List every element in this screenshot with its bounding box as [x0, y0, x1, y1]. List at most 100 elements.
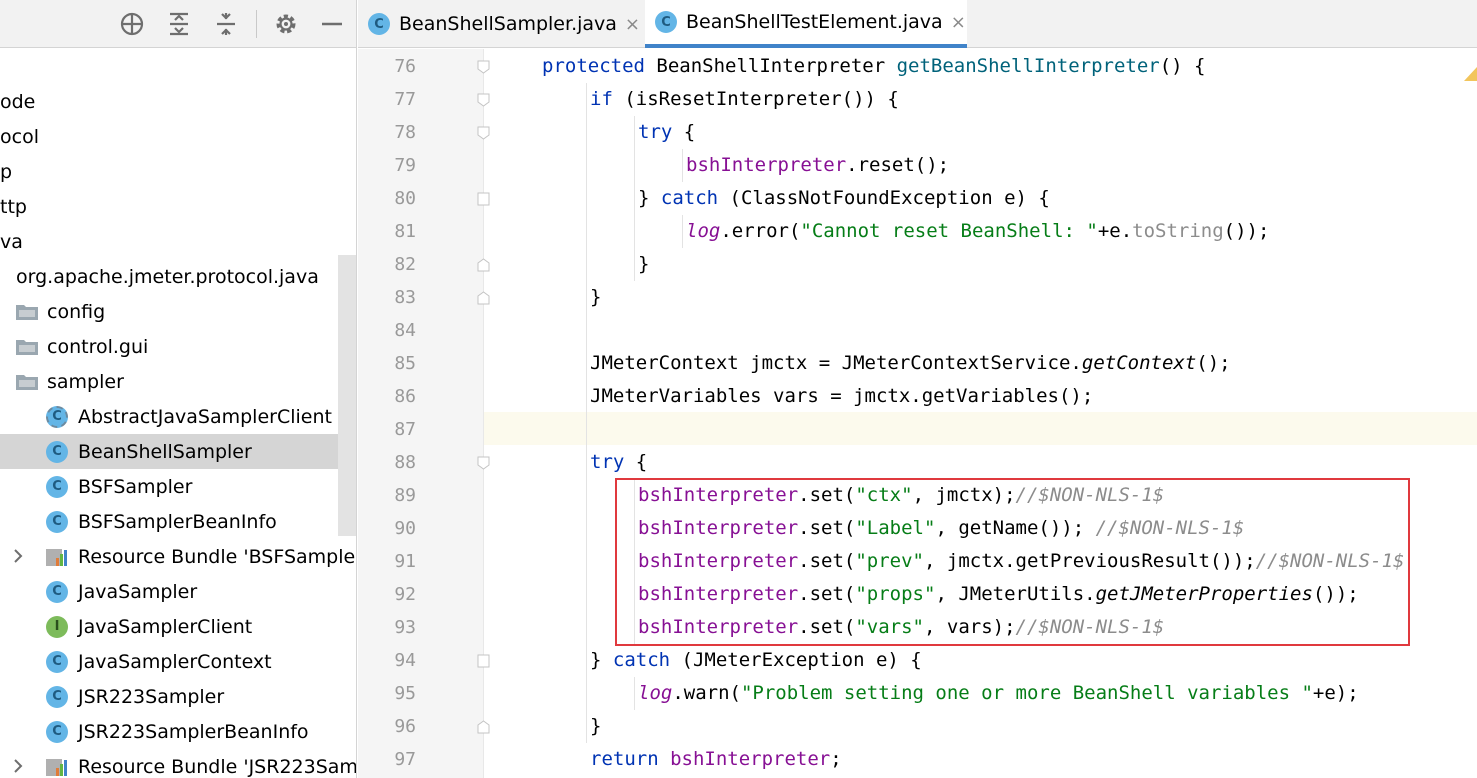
- code-line[interactable]: try {: [638, 116, 695, 149]
- code-line[interactable]: } catch (ClassNotFoundException e) {: [638, 182, 1050, 215]
- resource-bundle-icon: [46, 548, 67, 566]
- class-icon: C: [46, 405, 68, 428]
- chevron-right-icon[interactable]: [11, 759, 25, 773]
- tree-item[interactable]: C JavaSamplerContext: [0, 644, 356, 679]
- line-number: 84: [394, 320, 416, 341]
- line-number: 86: [394, 386, 416, 407]
- class-icon: C: [368, 13, 390, 35]
- code-line[interactable]: try {: [590, 446, 647, 479]
- tree-item[interactable]: C JSR223Sampler: [0, 679, 356, 714]
- class-icon: C: [655, 11, 677, 33]
- fold-marker-icon[interactable]: [477, 60, 490, 74]
- line-number: 91: [394, 551, 416, 572]
- fold-marker-icon[interactable]: [477, 93, 490, 107]
- code-token: getBeanShellInterpreter: [896, 55, 1160, 77]
- tab-beanshellsampler[interactable]: C BeanShellSampler.java ×: [358, 0, 645, 48]
- chevron-right-icon[interactable]: [11, 549, 25, 563]
- warning-icon[interactable]: [1464, 67, 1477, 81]
- fold-marker-icon[interactable]: [477, 192, 490, 206]
- code-token: ;: [830, 748, 842, 770]
- close-icon[interactable]: ×: [625, 14, 640, 35]
- line-number: 90: [394, 518, 416, 539]
- tree-item[interactable]: C AbstractJavaSamplerClient: [0, 399, 356, 434]
- annotation-highlight-box: [615, 478, 1410, 646]
- tree-item[interactable]: config: [0, 294, 356, 329]
- class-icon: C: [46, 475, 68, 498]
- tree-item[interactable]: Resource Bundle 'JSR223Sampler': [0, 749, 357, 778]
- code-token: +e.: [1097, 220, 1133, 242]
- close-icon[interactable]: ×: [951, 12, 966, 33]
- code-token: log: [638, 682, 673, 704]
- tree-item[interactable]: control.gui: [0, 329, 356, 364]
- tree-item[interactable]: I JavaSamplerClient: [0, 609, 356, 644]
- fold-marker-icon[interactable]: [477, 720, 490, 734]
- code-line[interactable]: } catch (JMeterException e) {: [590, 644, 922, 677]
- class-icon: C: [46, 650, 68, 673]
- code-token: () {: [1159, 55, 1206, 77]
- code-line[interactable]: protected BeanShellInterpreter getBeanSh…: [542, 50, 1205, 83]
- locate-icon[interactable]: [118, 10, 146, 38]
- tab-title: BeanShellTestElement.java: [686, 11, 943, 33]
- tree-item[interactable]: ocol: [0, 119, 356, 154]
- class-icon: C: [46, 685, 68, 708]
- line-number: 82: [394, 254, 416, 275]
- tree-item[interactable]: p: [0, 154, 356, 189]
- code-line[interactable]: if (isResetInterpreter()) {: [590, 83, 899, 116]
- indent-guide: [682, 149, 683, 182]
- tree-item[interactable]: ttp: [0, 189, 356, 224]
- code-line[interactable]: }: [638, 248, 649, 281]
- line-number: 95: [394, 683, 416, 704]
- code-line[interactable]: }: [590, 710, 601, 743]
- code-line[interactable]: log.error("Cannot reset BeanShell: "+e.t…: [686, 215, 1269, 248]
- tree-item[interactable]: ode: [0, 84, 356, 119]
- fold-marker-icon[interactable]: [477, 456, 490, 470]
- code-line[interactable]: return bshInterpreter;: [590, 743, 842, 776]
- code-token: "Problem setting one or more BeanShell v…: [740, 682, 1313, 704]
- tree-item[interactable]: org.apache.jmeter.protocol.java: [0, 259, 356, 294]
- code-line[interactable]: JMeterContext jmctx = JMeterContextServi…: [590, 347, 1231, 380]
- fold-marker-icon[interactable]: [477, 258, 490, 272]
- collapse-all-icon[interactable]: [212, 10, 240, 38]
- resource-bundle-icon: [46, 758, 67, 776]
- line-number: 83: [394, 287, 416, 308]
- line-number: 96: [394, 716, 416, 737]
- fold-marker-icon[interactable]: [477, 654, 490, 668]
- tree-item[interactable]: sampler: [0, 364, 356, 399]
- expand-all-icon[interactable]: [165, 10, 193, 38]
- code-token: }: [590, 286, 602, 308]
- indent-guide: [634, 116, 635, 281]
- folder-icon: [16, 374, 38, 390]
- tree-item[interactable]: C BSFSamplerBeanInfo: [0, 504, 356, 539]
- code-line[interactable]: bshInterpreter.reset();: [686, 149, 949, 182]
- fold-marker-icon[interactable]: [477, 291, 490, 305]
- tree-item-label: BSFSamplerBeanInfo: [78, 510, 277, 533]
- tree-item[interactable]: C JavaSampler: [0, 574, 356, 609]
- tree-item-label: BeanShellSampler: [78, 440, 252, 463]
- tree-scrollbar[interactable]: [338, 255, 356, 536]
- tree-item-label: Resource Bundle 'BSFSampler': [78, 545, 357, 568]
- indent-guide: [634, 677, 635, 710]
- tree-item-label: Resource Bundle 'JSR223Sampler': [78, 755, 357, 778]
- tab-title: BeanShellSampler.java: [399, 13, 617, 35]
- code-token: catch: [612, 649, 682, 671]
- project-toolbar: [0, 0, 356, 48]
- code-token: {: [635, 451, 648, 473]
- tab-beanshelltestelement[interactable]: C BeanShellTestElement.java ×: [645, 0, 967, 48]
- minimize-icon[interactable]: [318, 10, 346, 38]
- tree-item[interactable]: va: [0, 224, 356, 259]
- line-number: 88: [394, 452, 416, 473]
- fold-marker-icon[interactable]: [477, 126, 490, 140]
- current-line-highlight: [358, 412, 1477, 445]
- code-token: .warn(: [672, 682, 741, 704]
- gear-icon[interactable]: [272, 10, 300, 38]
- code-line[interactable]: }: [590, 281, 601, 314]
- tree-item[interactable]: C BSFSampler: [0, 469, 356, 504]
- code-line[interactable]: log.warn("Problem setting one or more Be…: [638, 677, 1359, 710]
- code-editor[interactable]: 76 77 78 79 80 81 82 83 84 85 86 87 88 89 90 91 92 93 94 95…: [358, 49, 1477, 778]
- tree-item[interactable]: Resource Bundle 'BSFSampler': [0, 539, 357, 574]
- tree-item[interactable]: C JSR223SamplerBeanInfo: [0, 714, 356, 749]
- tree-item[interactable]: C BeanShellSampler: [0, 434, 356, 469]
- code-token: if: [590, 88, 625, 110]
- tree-item-label: JSR223SamplerBeanInfo: [78, 720, 309, 743]
- code-line[interactable]: JMeterVariables vars = jmctx.getVariable…: [590, 380, 1093, 413]
